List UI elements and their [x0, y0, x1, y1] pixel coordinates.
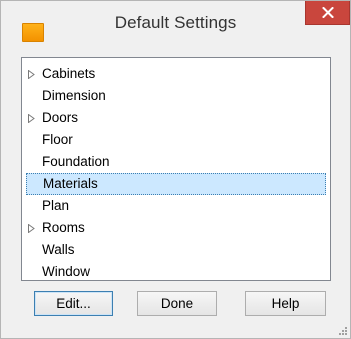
list-item-materials[interactable]: Materials	[26, 173, 326, 195]
expand-arrow-icon[interactable]	[26, 107, 40, 129]
close-button[interactable]	[305, 1, 350, 25]
list-item-label: Materials	[43, 176, 98, 191]
list-item-label: Doors	[42, 110, 79, 125]
done-button[interactable]: Done	[137, 291, 217, 316]
list-item-label: Dimension	[42, 88, 106, 103]
list-item-floor[interactable]: Floor	[26, 129, 326, 151]
list-item-plan[interactable]: Plan	[26, 195, 326, 217]
list-item-label: Cabinets	[42, 66, 96, 81]
list-item-foundation[interactable]: Foundation	[26, 151, 326, 173]
list-item-label: Window	[42, 264, 91, 279]
close-icon	[322, 7, 334, 18]
title-bar[interactable]: Default Settings	[1, 1, 350, 45]
resize-grip-icon[interactable]	[337, 325, 347, 335]
list-item-walls[interactable]: Walls	[26, 239, 326, 261]
list-item-label: Plan	[42, 198, 70, 213]
list-item-label: Rooms	[42, 220, 85, 235]
edit-button[interactable]: Edit...	[34, 291, 113, 316]
expand-arrow-icon[interactable]	[26, 217, 40, 239]
list-item-label: Floor	[42, 132, 73, 147]
list-item-doors[interactable]: Doors	[26, 107, 326, 129]
list-item-cabinets[interactable]: Cabinets	[26, 63, 326, 85]
help-button[interactable]: Help	[245, 291, 326, 316]
list-item-window[interactable]: Window	[26, 261, 326, 283]
list-item-rooms[interactable]: Rooms	[26, 217, 326, 239]
default-settings-dialog: Default Settings Cabinets Dimension Door…	[0, 0, 351, 339]
list-item-label: Foundation	[42, 154, 110, 169]
list-item-dimension[interactable]: Dimension	[26, 85, 326, 107]
list-item-label: Walls	[42, 242, 75, 257]
dialog-title: Default Settings	[114, 13, 237, 32]
settings-list[interactable]: Cabinets Dimension Doors Floor Foundatio…	[21, 57, 331, 281]
button-row: Edit... Done Help	[1, 291, 350, 321]
expand-arrow-icon[interactable]	[26, 63, 40, 85]
